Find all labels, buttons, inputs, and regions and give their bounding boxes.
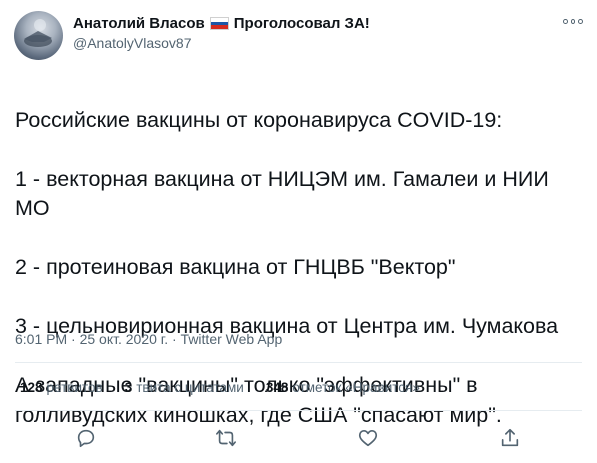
retweets-count: 128 — [20, 380, 43, 395]
like-button[interactable] — [350, 420, 386, 456]
tweet-source[interactable]: Twitter Web App — [181, 331, 283, 347]
quotes-label: твита с цитатами — [136, 380, 244, 395]
tweet-meta: 6:01 PM · 25 окт. 2020 г. · Twitter Web … — [15, 331, 282, 347]
reply-icon — [77, 429, 95, 448]
tweet-stats: 128 ретвитов 3 твита с цитатами 348 отметок… — [20, 380, 420, 395]
retweets-label: ретвитов — [46, 380, 103, 395]
tweet-text: Российские вакцины от коронавируса COVID… — [15, 76, 585, 460]
quotes-stat[interactable]: 3 твита с цитатами — [125, 380, 244, 395]
retweet-icon — [216, 429, 236, 447]
author-display-name[interactable]: Анатолий Власов — [73, 15, 205, 32]
avatar-image — [24, 19, 52, 47]
tweet-line: 2 - протеиновая вакцина от ГНЦВБ "Вектор… — [15, 255, 456, 279]
reply-button[interactable] — [68, 420, 104, 456]
retweet-button[interactable] — [208, 420, 244, 456]
tweet-line: Российские вакцины от коронавируса COVID… — [15, 107, 503, 132]
retweets-stat[interactable]: 128 ретвитов — [20, 380, 103, 395]
quotes-count: 3 — [124, 380, 133, 395]
action-bar — [0, 420, 597, 456]
likes-label: отметок «Нравится» — [292, 380, 420, 395]
avatar[interactable] — [14, 11, 63, 60]
author-names: Анатолий Власов Проголосовал ЗА! @Anatol… — [73, 15, 370, 51]
author-handle[interactable]: @AnatolyVlasov87 — [73, 35, 370, 51]
divider — [15, 362, 582, 363]
likes-stat[interactable]: 348 отметок «Нравится» — [266, 380, 420, 395]
tweet-card: Анатолий Власов Проголосовал ЗА! @Anatol… — [0, 0, 597, 463]
tweet-date[interactable]: 25 окт. 2020 г. — [80, 331, 169, 347]
author-name-row[interactable]: Анатолий Власов Проголосовал ЗА! — [73, 15, 370, 32]
russia-flag-icon — [209, 17, 229, 30]
more-options-icon[interactable] — [563, 14, 584, 28]
tweet-line: 1 - векторная вакцина от НИЦЭМ им. Гамал… — [15, 166, 549, 221]
meta-separator: · — [171, 331, 177, 347]
author-name-suffix[interactable]: Проголосовал ЗА! — [234, 15, 370, 32]
share-button[interactable] — [492, 420, 528, 456]
likes-count: 348 — [265, 380, 289, 395]
divider — [15, 410, 582, 411]
heart-icon — [358, 430, 378, 447]
tweet-time[interactable]: 6:01 PM — [15, 331, 67, 347]
meta-separator: · — [71, 331, 76, 347]
share-icon — [501, 428, 519, 447]
